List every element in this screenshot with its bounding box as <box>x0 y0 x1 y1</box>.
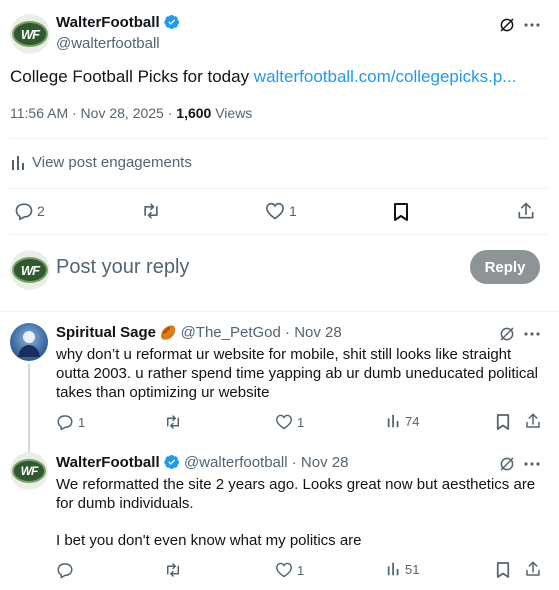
post-text: College Football Picks for today walterf… <box>10 67 517 86</box>
post-meta: 11:56 AM · Nov 28, 2025 · 1,600 Views <box>10 105 252 121</box>
wf-logo: WF <box>12 257 48 283</box>
verified-icon <box>164 15 180 30</box>
reply-header: Spiritual Sage 🏉 @The_PetGod · Nov 28 <box>56 324 342 341</box>
repost-button[interactable] <box>163 413 183 431</box>
repost-button[interactable] <box>163 561 183 579</box>
analytics-icon <box>387 562 399 576</box>
author-display-name[interactable]: WalterFootball <box>56 14 160 31</box>
reply-date[interactable]: · Nov 28 <box>292 454 349 471</box>
reply-submit-button[interactable]: Reply <box>470 250 540 284</box>
reply-input[interactable]: Post your reply <box>56 256 189 279</box>
like-button[interactable]: 1 <box>275 414 304 430</box>
reply-count: 2 <box>37 203 45 219</box>
views-button[interactable]: 74 <box>386 413 419 429</box>
reply-handle[interactable]: @The_PetGod <box>181 324 281 341</box>
share-icon <box>526 413 540 428</box>
bookmark-icon <box>496 414 510 430</box>
reply-text: We reformatted the site 2 years ago. Loo… <box>56 476 536 512</box>
bookmark-icon <box>394 203 408 221</box>
reply-icon <box>57 563 73 579</box>
more-icon[interactable] <box>523 327 541 346</box>
wf-logo: WF <box>12 21 48 47</box>
like-icon <box>275 414 293 430</box>
reply-text: why don’t u reformat ur website for mobi… <box>56 346 538 401</box>
views-count: 51 <box>405 561 420 577</box>
analytics-icon <box>387 414 399 428</box>
like-count: 1 <box>289 203 297 219</box>
share-icon <box>518 202 534 219</box>
reply-author-avatar[interactable]: WF <box>10 452 48 490</box>
reply-button[interactable]: 2 <box>14 201 45 221</box>
like-button[interactable]: 1 <box>275 562 304 578</box>
divider <box>10 138 549 139</box>
reply-header: WalterFootball @walterfootball · Nov 28 <box>56 454 348 471</box>
share-button[interactable] <box>524 412 542 435</box>
grok-icon[interactable] <box>498 16 516 39</box>
divider <box>0 311 559 312</box>
like-count: 1 <box>297 414 305 430</box>
football-emoji: 🏉 <box>160 325 177 340</box>
bookmark-button[interactable] <box>496 561 510 584</box>
share-button[interactable] <box>524 560 542 583</box>
composer-avatar: WF <box>10 250 50 290</box>
like-icon <box>265 202 285 220</box>
views-count: 74 <box>405 413 420 429</box>
views-label: Views <box>215 105 253 121</box>
repost-button[interactable] <box>140 201 162 221</box>
reply-button[interactable] <box>56 561 74 579</box>
like-count: 1 <box>297 562 305 578</box>
post-link[interactable]: walterfootball.com/collegepicks.p... <box>254 67 517 86</box>
more-icon[interactable] <box>523 457 541 476</box>
more-icon[interactable] <box>523 18 541 37</box>
author-handle[interactable]: @walterfootball <box>56 35 160 52</box>
views-button[interactable]: 51 <box>386 561 419 577</box>
share-icon <box>526 561 540 576</box>
reply-button[interactable]: 1 <box>56 413 85 431</box>
wf-logo: WF <box>12 459 46 483</box>
repost-icon <box>167 415 179 429</box>
reply-icon <box>57 415 73 431</box>
reply-icon <box>15 203 33 221</box>
share-button[interactable] <box>516 201 536 226</box>
author-name-row: WalterFootball <box>56 14 180 32</box>
like-button[interactable]: 1 <box>265 202 297 220</box>
thread-line <box>28 364 30 452</box>
like-icon <box>275 562 293 578</box>
reply-date[interactable]: · Nov 28 <box>285 324 342 341</box>
engagements-label: View post engagements <box>32 154 192 171</box>
analytics-icon <box>12 155 24 170</box>
verified-icon <box>164 455 179 470</box>
bookmark-button[interactable] <box>496 413 510 436</box>
bookmark-icon <box>496 562 510 578</box>
reply-handle[interactable]: @walterfootball <box>184 454 288 471</box>
divider <box>10 188 549 189</box>
reply-count: 1 <box>78 414 86 430</box>
repost-icon <box>144 203 158 219</box>
reply-text-second-paragraph: I bet you don't even know what my politi… <box>56 532 362 549</box>
reply-display-name[interactable]: WalterFootball <box>56 454 160 471</box>
post-timestamp[interactable]: 11:56 AM · Nov 28, 2025 · <box>10 105 172 121</box>
reply-author-avatar[interactable] <box>10 323 48 361</box>
view-engagements-button[interactable]: View post engagements <box>10 154 192 171</box>
reply-display-name[interactable]: Spiritual Sage <box>56 324 156 341</box>
repost-icon <box>167 563 179 577</box>
divider <box>10 234 549 235</box>
player-photo-icon <box>18 331 40 357</box>
bookmark-button[interactable] <box>393 202 409 227</box>
views-count: 1,600 <box>176 105 212 121</box>
author-avatar[interactable]: WF <box>10 14 50 54</box>
